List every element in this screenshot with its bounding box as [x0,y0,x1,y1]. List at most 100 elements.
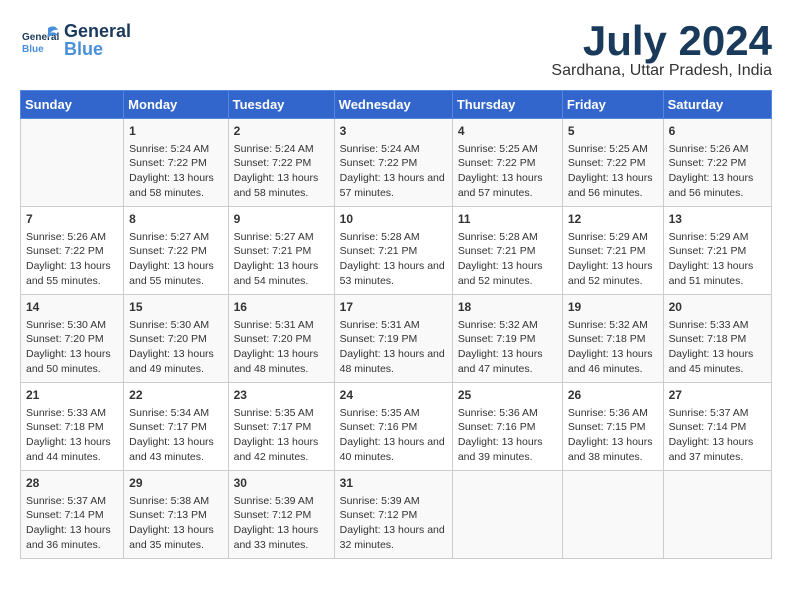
calendar-cell [562,471,663,559]
day-header-monday: Monday [124,91,228,119]
day-number: 22 [129,387,222,404]
day-number: 30 [234,475,329,492]
calendar-cell: 7Sunrise: 5:26 AMSunset: 7:22 PMDaylight… [21,207,124,295]
day-header-sunday: Sunday [21,91,124,119]
day-header-wednesday: Wednesday [334,91,452,119]
cell-info: Sunset: 7:21 PM [234,244,329,259]
cell-info: Sunset: 7:18 PM [669,332,766,347]
calendar-cell: 25Sunrise: 5:36 AMSunset: 7:16 PMDayligh… [452,383,562,471]
day-number: 16 [234,299,329,316]
cell-info: Daylight: 13 hours and 51 minutes. [669,259,766,288]
day-number: 14 [26,299,118,316]
calendar-cell: 10 Sunrise: 5:28 AMSunset: 7:21 PMDayligh… [334,207,452,295]
cell-info: Sunset: 7:16 PM [340,420,447,435]
cell-info: Sunrise: 5:34 AM [129,406,222,421]
day-number: 8 [129,211,222,228]
cell-info: Sunset: 7:18 PM [568,332,658,347]
cell-info: Daylight: 13 hours and 53 minutes. [340,259,447,288]
calendar-cell: 1Sunrise: 5:24 AMSunset: 7:22 PMDaylight… [124,119,228,207]
cell-info: Sunrise: 5:24 AM [234,142,329,157]
cell-info: Sunrise: 5:28 AM [458,230,557,245]
logo-text: General Blue [64,22,131,58]
cell-info: Sunrise: 5:39 AM [340,494,447,509]
calendar-cell: 26Sunrise: 5:36 AMSunset: 7:15 PMDayligh… [562,383,663,471]
day-header-friday: Friday [562,91,663,119]
week-row-5: 28Sunrise: 5:37 AMSunset: 7:14 PMDayligh… [21,471,772,559]
day-number: 4 [458,123,557,140]
cell-info: Sunset: 7:22 PM [458,156,557,171]
calendar-cell: 18Sunrise: 5:32 AMSunset: 7:19 PMDayligh… [452,295,562,383]
day-number: 31 [340,475,447,492]
cell-info: Sunset: 7:21 PM [340,244,447,259]
cell-info: Daylight: 13 hours and 44 minutes. [26,435,118,464]
day-header-tuesday: Tuesday [228,91,334,119]
calendar-cell: 17Sunrise: 5:31 AMSunset: 7:19 PMDayligh… [334,295,452,383]
cell-info: Daylight: 13 hours and 57 minutes. [458,171,557,200]
day-number: 20 [669,299,766,316]
cell-info: Sunrise: 5:36 AM [458,406,557,421]
cell-info: Sunset: 7:14 PM [26,508,118,523]
calendar-cell: 13Sunrise: 5:29 AMSunset: 7:21 PMDayligh… [663,207,771,295]
cell-info: Sunset: 7:15 PM [568,420,658,435]
calendar-cell: 28Sunrise: 5:37 AMSunset: 7:14 PMDayligh… [21,471,124,559]
calendar-cell: 30 Sunrise: 5:39 AMSunset: 7:12 PMDayligh… [228,471,334,559]
cell-info: Sunset: 7:13 PM [129,508,222,523]
cell-info: Daylight: 13 hours and 55 minutes. [129,259,222,288]
cell-info: Sunrise: 5:33 AM [26,406,118,421]
cell-info: Sunset: 7:16 PM [458,420,557,435]
cell-info: Sunset: 7:22 PM [340,156,447,171]
cell-info: Daylight: 13 hours and 58 minutes. [234,171,329,200]
cell-info: Daylight: 13 hours and 33 minutes. [234,523,329,552]
cell-info: Sunset: 7:22 PM [234,156,329,171]
calendar-cell: 29Sunrise: 5:38 AMSunset: 7:13 PMDayligh… [124,471,228,559]
cell-info: Daylight: 13 hours and 38 minutes. [568,435,658,464]
month-title: July 2024 [551,20,772,62]
cell-info: Daylight: 13 hours and 39 minutes. [458,435,557,464]
cell-info: Sunrise: 5:39 AM [234,494,329,509]
cell-info: Sunset: 7:21 PM [669,244,766,259]
day-number: 15 [129,299,222,316]
calendar-cell: 16Sunrise: 5:31 AMSunset: 7:20 PMDayligh… [228,295,334,383]
cell-info: Sunrise: 5:25 AM [458,142,557,157]
cell-info: Sunrise: 5:29 AM [669,230,766,245]
title-block: July 2024 Sardhana, Uttar Pradesh, India [551,20,772,80]
cell-info: Sunset: 7:22 PM [568,156,658,171]
day-number: 18 [458,299,557,316]
calendar-table: SundayMondayTuesdayWednesdayThursdayFrid… [20,90,772,559]
day-number: 2 [234,123,329,140]
cell-info: Sunrise: 5:32 AM [568,318,658,333]
calendar-header-row: SundayMondayTuesdayWednesdayThursdayFrid… [21,91,772,119]
calendar-cell: 12Sunrise: 5:29 AMSunset: 7:21 PMDayligh… [562,207,663,295]
cell-info: Sunset: 7:19 PM [340,332,447,347]
cell-info: Sunrise: 5:35 AM [340,406,447,421]
calendar-cell: 8Sunrise: 5:27 AMSunset: 7:22 PMDaylight… [124,207,228,295]
calendar-cell: 23Sunrise: 5:35 AMSunset: 7:17 PMDayligh… [228,383,334,471]
day-number: 12 [568,211,658,228]
day-header-saturday: Saturday [663,91,771,119]
week-row-2: 7Sunrise: 5:26 AMSunset: 7:22 PMDaylight… [21,207,772,295]
day-number: 10 [340,211,447,228]
cell-info: Sunrise: 5:36 AM [568,406,658,421]
cell-info: Sunset: 7:12 PM [340,508,447,523]
cell-info: Sunset: 7:20 PM [129,332,222,347]
cell-info: Sunset: 7:22 PM [26,244,118,259]
cell-info: Daylight: 13 hours and 35 minutes. [129,523,222,552]
cell-info: Sunrise: 5:33 AM [669,318,766,333]
logo-general: General [64,22,131,40]
calendar-cell: 20Sunrise: 5:33 AMSunset: 7:18 PMDayligh… [663,295,771,383]
cell-info: Sunset: 7:21 PM [458,244,557,259]
cell-info: Daylight: 13 hours and 32 minutes. [340,523,447,552]
cell-info: Sunrise: 5:38 AM [129,494,222,509]
cell-info: Sunset: 7:20 PM [234,332,329,347]
cell-info: Sunrise: 5:37 AM [669,406,766,421]
cell-info: Daylight: 13 hours and 54 minutes. [234,259,329,288]
calendar-cell: 15Sunrise: 5:30 AMSunset: 7:20 PMDayligh… [124,295,228,383]
cell-info: Sunset: 7:12 PM [234,508,329,523]
cell-info: Sunset: 7:21 PM [568,244,658,259]
cell-info: Sunrise: 5:30 AM [129,318,222,333]
cell-info: Sunrise: 5:32 AM [458,318,557,333]
cell-info: Sunrise: 5:26 AM [669,142,766,157]
day-number: 21 [26,387,118,404]
calendar-cell [452,471,562,559]
cell-info: Sunrise: 5:28 AM [340,230,447,245]
